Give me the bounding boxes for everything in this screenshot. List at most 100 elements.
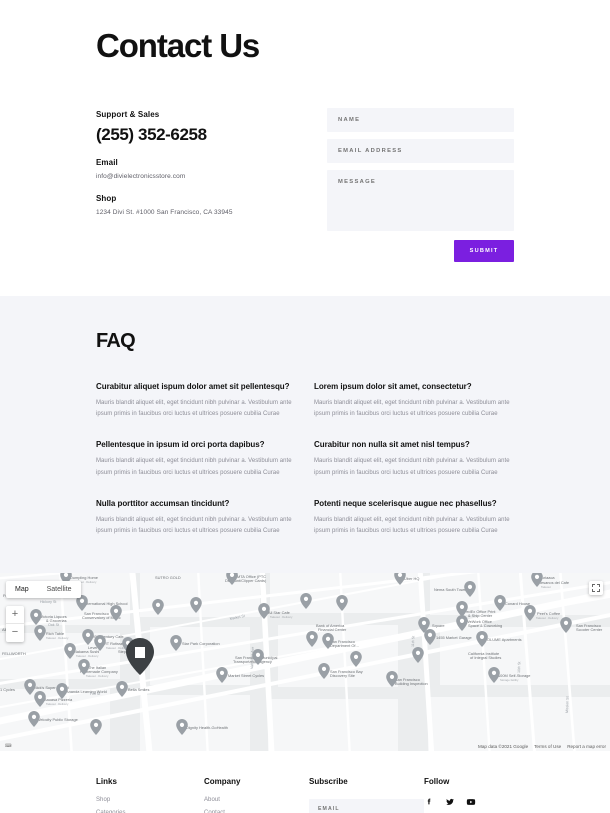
svg-text:Nema South Tower: Nema South Tower	[434, 587, 468, 592]
svg-text:Takeout · Delivery: Takeout · Delivery	[86, 674, 109, 678]
svg-text:Takeout · Delivery: Takeout · Delivery	[76, 654, 99, 658]
svg-text:Discovery Site: Discovery Site	[330, 673, 355, 678]
svg-text:Uber HQ: Uber HQ	[404, 576, 419, 581]
zoom-in-button[interactable]: +	[6, 606, 24, 624]
faq-question: Nulla porttitor accumsan tincidunt?	[96, 498, 230, 508]
svg-text:Bella Smiles: Bella Smiles	[128, 687, 149, 692]
twitter-icon[interactable]	[445, 797, 455, 807]
faq-question: Potenti neque scelerisque augue nec phas…	[314, 498, 497, 508]
svg-text:Scooter Center: Scooter Center	[576, 627, 603, 632]
svg-text:Space & Coworking: Space & Coworking	[468, 623, 502, 628]
faq-answer: Mauris blandit aliquet elit, eget tincid…	[96, 458, 292, 476]
footer-column-company: Company About Contact Support Newsletter	[204, 777, 309, 813]
site-footer: Links Shop Categories Sale Promotions Ne…	[0, 750, 610, 813]
report-map-error-link[interactable]: Report a map error	[567, 744, 606, 749]
faq-item: Nulla porttitor accumsan tincidunt? Maur…	[96, 499, 296, 537]
contact-row: Support & Sales (255) 352-6258 Email inf…	[96, 108, 514, 263]
svg-text:Financial Center: Financial Center	[318, 627, 347, 632]
footer-columns: Links Shop Categories Sale Promotions Ne…	[96, 777, 514, 813]
subscribe-title: Subscribe	[309, 776, 348, 786]
contact-section: Contact Us Support & Sales (255) 352-625…	[0, 0, 610, 297]
map-type-map[interactable]: Map	[6, 581, 38, 598]
svg-text:10th St: 10th St	[517, 661, 521, 673]
terms-of-use-link[interactable]: Terms of Use	[534, 744, 561, 749]
svg-text:& Ship Center: & Ship Center	[468, 613, 493, 618]
footer-link-shop[interactable]: Shop	[96, 797, 204, 803]
svg-text:Market Street Cycles: Market Street Cycles	[228, 673, 264, 678]
submit-row: SUBMIT	[327, 240, 514, 263]
svg-text:Takeout: Takeout	[541, 585, 551, 589]
contact-form: SUBMIT	[327, 108, 514, 263]
name-input[interactable]	[327, 108, 514, 133]
svg-text:11th St: 11th St	[411, 636, 415, 647]
message-textarea[interactable]	[327, 170, 514, 232]
svg-text:Building Inspection: Building Inspection	[395, 681, 428, 686]
map-attribution: Map data ©2021 Google Terms of Use Repor…	[478, 744, 606, 749]
footer-column-subscribe: Subscribe SUBSCRIBE	[309, 777, 424, 813]
map-section[interactable]: Hickory St Oak St Fell St Van Ness Ave 1…	[0, 572, 610, 751]
youtube-icon[interactable]	[466, 797, 476, 807]
svg-text:1 Cycles: 1 Cycles	[0, 687, 15, 692]
faq-question: Lorem ipsum dolor sit amet, consectetur?	[314, 382, 472, 392]
faq-answer: Mauris blandit aliquet elit, eget tincid…	[314, 458, 510, 476]
shop-label: Shop	[96, 194, 117, 204]
faq-answer: Mauris blandit aliquet elit, eget tincid…	[96, 516, 292, 534]
footer-links-title: Links	[96, 776, 117, 786]
footer-link-about[interactable]: About	[204, 797, 309, 803]
svg-text:Ananda Learning World: Ananda Learning World	[66, 689, 107, 694]
svg-text:of Integral Studies: of Integral Studies	[470, 655, 501, 660]
footer-column-links: Links Shop Categories Sale Promotions Ne…	[96, 777, 204, 813]
svg-text:Star Park Corporation: Star Park Corporation	[182, 641, 220, 646]
faq-item: Curabitur aliquet ispum dolor amet sit p…	[96, 382, 296, 420]
map-type-toggle[interactable]: Map Satellite	[6, 580, 81, 598]
faq-item: Potenti neque scelerisque augue nec phas…	[314, 499, 514, 537]
faq-question: Pellentesque in ipsum id orci porta dapi…	[96, 440, 265, 450]
subscribe-email-input[interactable]	[309, 798, 424, 813]
faq-grid: Curabitur aliquet ispum dolor amet sit p…	[96, 382, 514, 537]
svg-text:FELLWORTH: FELLWORTH	[2, 651, 26, 656]
faq-item: Curabitur non nulla sit amet nisl tempus…	[314, 440, 514, 478]
svg-text:Department Of...: Department Of...	[330, 643, 359, 648]
faq-item: Pellentesque in ipsum id orci porta dapi…	[96, 440, 296, 478]
email-label: Email	[96, 158, 118, 168]
svg-text:Conard House: Conard House	[505, 601, 530, 606]
faq-answer: Mauris blandit aliquet elit, eget tincid…	[96, 400, 292, 418]
svg-text:SUTRO GOLD: SUTRO GOLD	[155, 575, 181, 580]
email-value: info@divielectronicsstore.com	[96, 173, 186, 181]
zoom-out-button[interactable]: −	[6, 624, 24, 642]
faq-answer: Mauris blandit aliquet elit, eget tincid…	[314, 400, 510, 418]
contact-details: Support & Sales (255) 352-6258 Email inf…	[96, 108, 301, 230]
faq-question: Curabitur non nulla sit amet nisl tempus…	[314, 440, 470, 450]
svg-text:Dignity Health-GoHealth: Dignity Health-GoHealth	[186, 725, 228, 730]
svg-text:Takeout · Delivery: Takeout · Delivery	[270, 615, 293, 619]
fullscreen-icon[interactable]	[589, 580, 603, 595]
svg-text:Square: Square	[432, 623, 445, 628]
map-zoom-controls[interactable]: + −	[6, 605, 24, 642]
svg-text:1455 Market Garage: 1455 Market Garage	[436, 635, 472, 640]
svg-text:Hickory St: Hickory St	[40, 600, 56, 604]
svg-text:OLUME Apartments: OLUME Apartments	[487, 637, 522, 642]
footer-links-list: Shop Categories Sale Promotions New Arri…	[96, 797, 204, 813]
shop-address: 1234 Divi St. #1000 San Francisco, CA 33…	[96, 209, 233, 217]
page-title: Contact Us	[96, 27, 260, 64]
phone-number: (255) 352-6258	[96, 125, 207, 145]
svg-text:Transportation Agency: Transportation Agency	[233, 659, 272, 664]
support-sales-label: Support & Sales	[96, 110, 160, 120]
contact-page: Contact Us Support & Sales (255) 352-625…	[0, 0, 610, 813]
footer-column-follow: Follow	[424, 777, 514, 813]
svg-text:Velocity Public Storage: Velocity Public Storage	[38, 717, 78, 722]
follow-title: Follow	[424, 776, 450, 786]
email-input[interactable]	[327, 139, 514, 164]
map-canvas[interactable]: Hickory St Oak St Fell St Van Ness Ave 1…	[0, 572, 610, 751]
map-data-credit: Map data ©2021 Google	[478, 743, 529, 749]
faq-question: Curabitur aliquet ispum dolor amet sit p…	[96, 382, 290, 392]
svg-text:& Grocerias: & Grocerias	[46, 618, 67, 623]
facebook-icon[interactable]	[424, 797, 434, 807]
keyboard-shortcuts-icon[interactable]: ⌨	[5, 743, 11, 749]
map-type-satellite[interactable]: Satellite	[38, 581, 81, 598]
footer-company-list: About Contact Support Newsletter	[204, 797, 309, 813]
submit-button[interactable]: SUBMIT	[454, 240, 514, 263]
svg-text:Mission St: Mission St	[565, 696, 570, 713]
svg-text:Storage facility: Storage facility	[500, 678, 519, 682]
faq-section: FAQ Curabitur aliquet ispum dolor amet s…	[0, 296, 610, 573]
